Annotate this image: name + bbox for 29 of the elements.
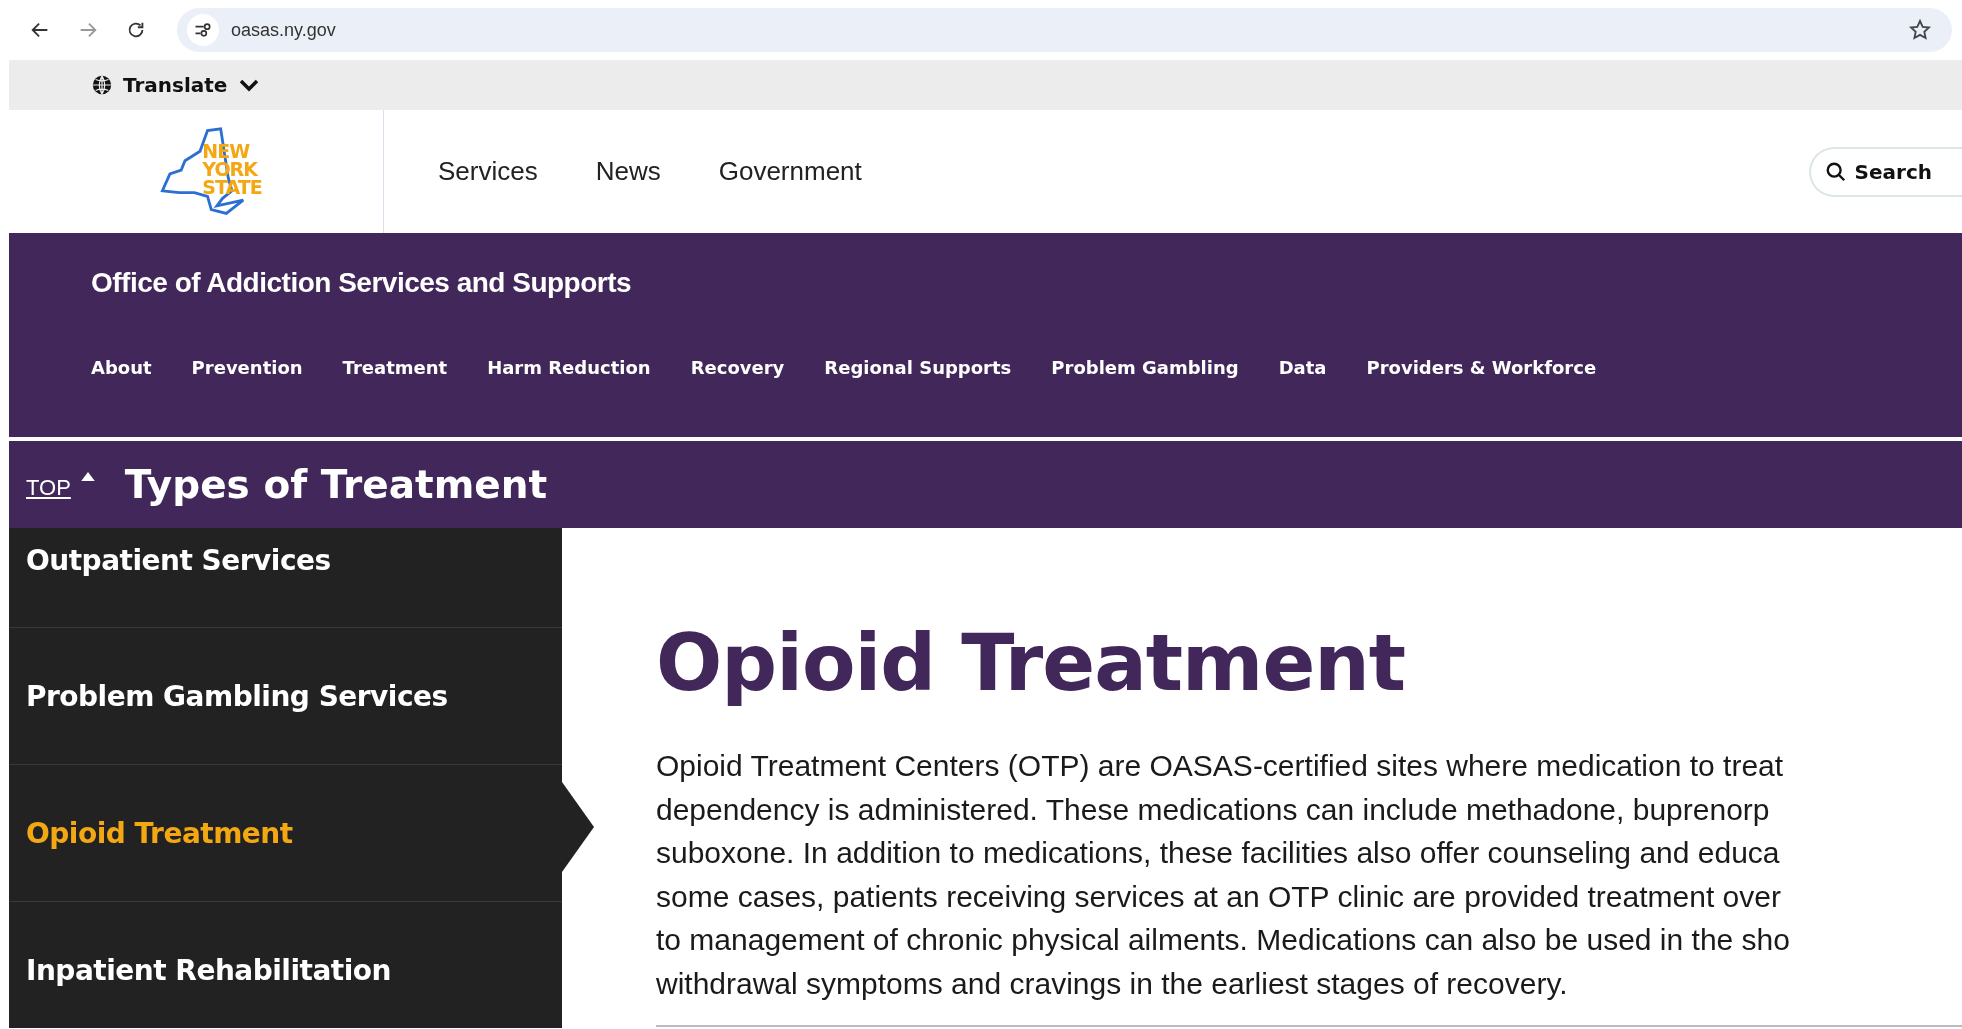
agency-nav-link[interactable]: About	[91, 357, 152, 378]
sidebar-item[interactable]: Problem Gambling Services	[9, 628, 562, 765]
header-link[interactable]: Government	[718, 156, 862, 187]
section-title: Types of Treatment	[124, 462, 548, 507]
page-heading: Opioid Treatment	[656, 618, 1407, 708]
url-text: oasas.ny.gov	[231, 19, 337, 41]
globe-icon	[91, 74, 113, 96]
site-settings-icon[interactable]	[187, 14, 219, 46]
bookmark-star-icon[interactable]	[1908, 18, 1932, 42]
agency-nav-link[interactable]: Recovery	[690, 357, 785, 378]
paragraph: Opioid Treatment Centers (OTP) are OASAS-certified sites where medication to treat dependency is administered. These medications can include methadone, buprenorp suboxone. In addition to medications, these facilities also offer counseling and educa some cases, patients receiving services at an OTP clinic are provided treatment over to management of chronic physical ailments. Medications can also be used in the sho withdrawal symptoms and cravings in the earliest stages of recovery.	[656, 748, 1791, 1002]
search-button[interactable]: Search	[1808, 146, 1962, 197]
agency-nav-link[interactable]: Providers & Workforce	[1366, 357, 1597, 378]
translate-button[interactable]: Translate	[91, 73, 262, 97]
search-icon	[1824, 160, 1847, 183]
agency-nav-link[interactable]: Data	[1278, 357, 1327, 378]
sidebar-item[interactable]: Outpatient Services	[9, 528, 562, 628]
agency-title[interactable]: Office of Addiction Services and Supports	[91, 233, 1962, 299]
agency-nav-link[interactable]: Problem Gambling	[1051, 357, 1239, 378]
agency-nav-link[interactable]: Treatment	[342, 357, 448, 378]
agency-nav-link[interactable]: Harm Reduction	[487, 357, 651, 378]
caret-up-icon	[80, 472, 95, 481]
agency-nav-link[interactable]: Prevention	[191, 357, 303, 378]
agency-nav-link[interactable]: Regional Supports	[824, 357, 1012, 378]
address-bar[interactable]: oasas.ny.gov	[177, 8, 1952, 52]
sidebar-item[interactable]: Inpatient Rehabilitation	[9, 902, 562, 1029]
header-link[interactable]: Services	[438, 156, 538, 187]
header-link[interactable]: News	[595, 156, 661, 187]
top-link[interactable]: TOP	[26, 474, 71, 501]
